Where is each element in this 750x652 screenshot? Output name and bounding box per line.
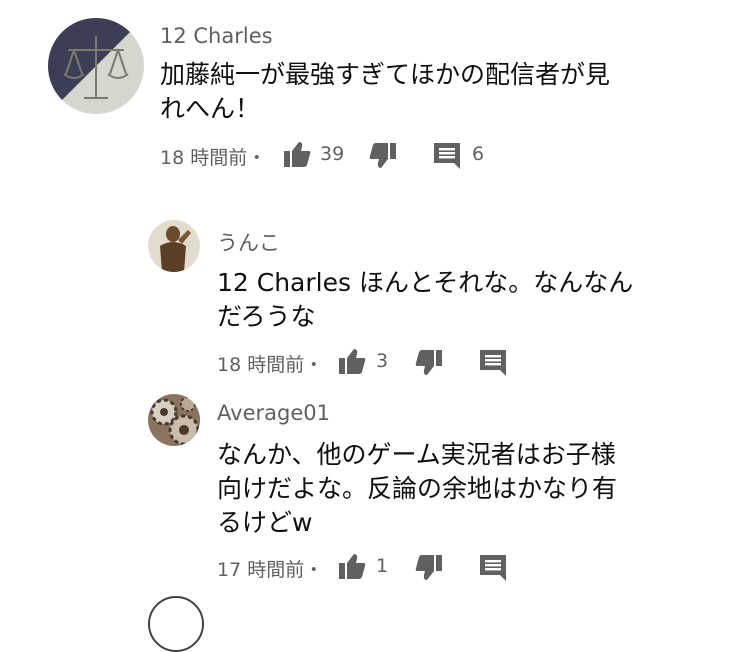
- comment-timestamp: 18 時間前・: [217, 354, 324, 376]
- comment-text: 12 Charles ほんとそれな。なんなん だろうな: [217, 266, 717, 334]
- thumb-down-icon[interactable]: [368, 142, 398, 170]
- reply-count: 6: [472, 143, 485, 165]
- comment-text-line: なんか、他のゲーム実況者はお子様: [217, 440, 616, 469]
- comment-text: 加藤純一が最強すぎてほかの配信者が見 れへん！: [160, 58, 700, 126]
- avatar[interactable]: [148, 394, 200, 446]
- comment-timestamp: 18 時間前・: [160, 147, 267, 169]
- like-count: 39: [320, 143, 345, 165]
- comment-icon[interactable]: [478, 553, 508, 583]
- thumb-down-icon[interactable]: [414, 349, 444, 377]
- comment-text-line: 向けだよな。反論の余地はかなり有: [217, 474, 618, 503]
- thumb-up-icon[interactable]: [337, 347, 367, 375]
- comment-text: なんか、他のゲーム実況者はお子様 向けだよな。反論の余地はかなり有 るけどw: [217, 438, 717, 540]
- comment-author[interactable]: 12 Charles: [160, 24, 273, 48]
- comment-text-line: 12 Charles ほんとそれな。なんなん: [217, 268, 634, 297]
- avatar[interactable]: [48, 18, 144, 114]
- like-count: 3: [376, 350, 389, 372]
- scales-of-justice-avatar: [48, 18, 144, 114]
- like-count: 1: [376, 555, 389, 577]
- comment-icon[interactable]: [432, 141, 462, 171]
- comment-text-line: れへん！: [160, 94, 261, 123]
- thumb-down-icon[interactable]: [414, 554, 444, 582]
- comment-text-line: だろうな: [217, 302, 316, 331]
- statue-avatar: [148, 220, 200, 272]
- avatar[interactable]: [148, 596, 204, 652]
- avatar[interactable]: [148, 220, 200, 272]
- thumb-up-icon[interactable]: [337, 552, 367, 580]
- thumb-up-icon[interactable]: [282, 140, 312, 168]
- gears-avatar: [148, 394, 200, 446]
- comment-icon[interactable]: [478, 348, 508, 378]
- comment-author[interactable]: Average01: [217, 401, 330, 425]
- comment-text-line: 加藤純一が最強すぎてほかの配信者が見: [160, 60, 611, 89]
- comment-text-line: るけどw: [217, 508, 313, 537]
- comment-author[interactable]: うんこ: [217, 227, 280, 257]
- comment-timestamp: 17 時間前・: [217, 559, 324, 581]
